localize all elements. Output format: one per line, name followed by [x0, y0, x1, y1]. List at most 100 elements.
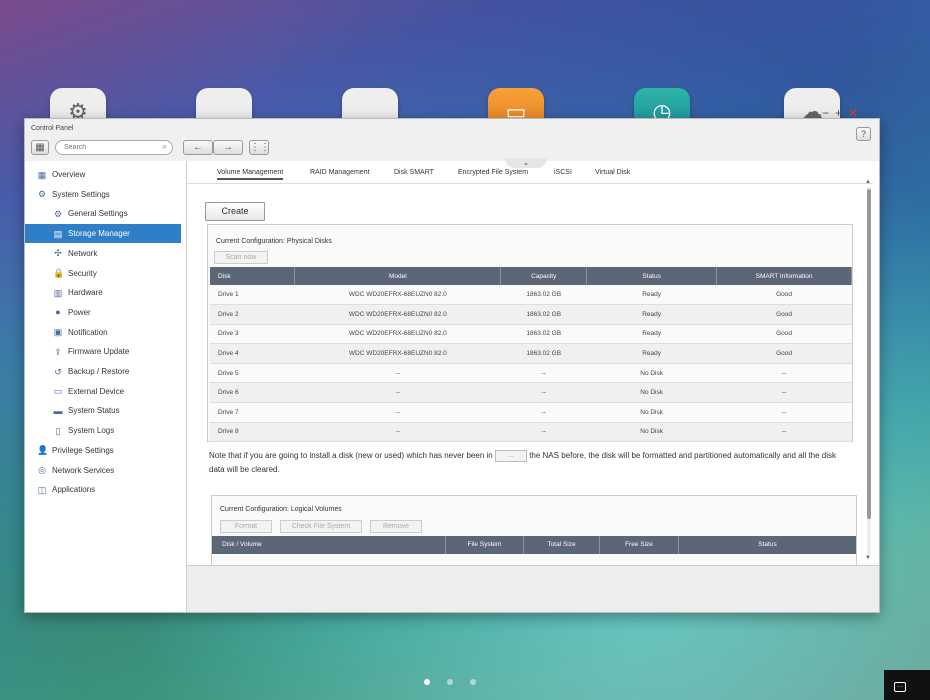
table-cell: -- [716, 363, 852, 384]
sidebar-item-backup-restore[interactable]: ↺ Backup / Restore [25, 362, 181, 381]
chevron-down-icon: ⌄ [522, 158, 530, 167]
sidebar-item-general-settings[interactable]: ⚙ General Settings [25, 204, 181, 223]
table-cell: Ready [586, 343, 717, 364]
arrow-right-icon: → [223, 142, 233, 153]
tab-disk-smart[interactable]: Disk SMART [394, 169, 434, 176]
table-header-row: Disk Model Capacity Status SMART Informa… [210, 267, 852, 285]
column-header-disk-volume[interactable]: Disk / Volume [212, 536, 446, 554]
table-cell: -- [716, 382, 852, 404]
scroll-down-icon[interactable]: ▼ [865, 555, 871, 561]
sidebar-item-system-status[interactable]: ▬ System Status [25, 401, 181, 420]
sidebar-item-notification[interactable]: ▣ Notification [25, 323, 181, 342]
collapse-tabs-button[interactable]: ⌄ [505, 158, 547, 168]
table-row[interactable]: Drive 3 WDC WD20EFRX-68EUZN0 82.0 1863.02 … [210, 324, 852, 345]
table-row[interactable]: Drive 8 -- -- No Disk -- [210, 422, 852, 443]
table-row[interactable]: Drive 2 WDC WD20EFRX-68EUZN0 82.0 1863.02 … [210, 304, 852, 325]
desktop-page-indicator [424, 679, 476, 685]
table-row[interactable]: Drive 5 -- -- No Disk -- [210, 363, 852, 384]
column-header-model[interactable]: Model [294, 267, 502, 285]
column-header-status[interactable]: Status [586, 267, 718, 285]
table-cell: No Disk [586, 363, 717, 384]
sidebar-item-label: Notification [68, 327, 108, 337]
sidebar-item-label: Power [68, 307, 91, 317]
sidebar-item-label: Overview [52, 170, 86, 179]
note-text-start: Note that if you are going to install a … [209, 451, 493, 460]
sidebar-item-security[interactable]: 🔒 Security [25, 264, 181, 283]
sidebar-item-label: Applications [52, 485, 96, 495]
sidebar-item-power[interactable]: ● Power [25, 303, 181, 322]
column-header-smart[interactable]: SMART Information [716, 267, 852, 285]
table-cell: Drive 7 [210, 402, 295, 423]
sidebar-item-network[interactable]: ✣ Network [25, 244, 181, 263]
page-dot[interactable] [470, 679, 476, 685]
sidebar-item-label: Network Services [52, 465, 115, 475]
sidebar-item-overview[interactable]: ▦ Overview [25, 165, 181, 184]
physical-disks-table: Disk Model Capacity Status SMART Informa… [210, 267, 852, 443]
applications-icon: ◫ [37, 484, 47, 495]
sidebar-item-storage-manager[interactable]: ▤ Storage Manager [25, 224, 181, 244]
table-cell: -- [716, 402, 852, 423]
sidebar-item-network-services[interactable]: ◎ Network Services [25, 461, 181, 480]
search-input[interactable] [56, 141, 152, 154]
user-icon: 👤 [37, 445, 49, 456]
table-row[interactable]: Drive 6 -- -- No Disk -- [210, 382, 852, 404]
column-header-free-size[interactable]: Free Size [600, 536, 679, 554]
app-grid-button[interactable]: ⋮⋮ [249, 140, 270, 155]
table-cell: -- [716, 422, 852, 443]
scrollbar-thumb[interactable] [867, 189, 871, 519]
table-cell: Good [716, 304, 852, 325]
note-popup-box[interactable]: ... [494, 449, 527, 462]
sidebar-item-hardware[interactable]: ▥ Hardware [25, 283, 181, 302]
column-header-total-size[interactable]: Total Size [524, 536, 600, 554]
notification-corner[interactable] [884, 670, 930, 700]
tab-encrypted-file-system[interactable]: Encrypted File System [458, 169, 528, 176]
search-box[interactable]: ⌕ [55, 140, 173, 155]
maximize-icon[interactable]: + [835, 106, 842, 120]
back-button[interactable]: ← [183, 140, 213, 155]
tab-virtual-disk[interactable]: Virtual Disk [595, 169, 630, 176]
format-button[interactable]: Format [220, 520, 272, 533]
tab-iscsi[interactable]: iSCSI [554, 169, 572, 176]
help-button[interactable]: ? [856, 127, 871, 141]
window-title: Control Panel [31, 125, 74, 132]
table-row[interactable]: Drive 7 -- -- No Disk -- [210, 402, 852, 423]
check-file-system-button[interactable]: Check File System [280, 520, 362, 533]
remove-button[interactable]: Remove [370, 520, 422, 533]
content-scrollbar[interactable]: ▲ ▼ [865, 179, 873, 563]
table-row[interactable]: Drive 4 WDC WD20EFRX-68EUZN0 82.0 1863.02 … [210, 343, 852, 364]
minimize-icon[interactable]: − [822, 106, 829, 120]
notification-icon: ▣ [53, 327, 63, 338]
column-header-disk[interactable]: Disk [210, 267, 296, 285]
toolbar: ▦ ⌕ ← → ⋮⋮ [25, 137, 879, 161]
tab-volume-management[interactable]: Volume Management [217, 169, 284, 180]
sidebar-item-label: Firmware Update [68, 347, 130, 357]
create-button[interactable]: Create [205, 202, 265, 221]
chat-icon[interactable]: ··· [894, 682, 906, 692]
table-row[interactable]: Drive 1 WDC WD20EFRX-68EUZN0 82.0 1863.02 … [210, 285, 852, 306]
sidebar-item-firmware-update[interactable]: ⇪ Firmware Update [25, 342, 181, 361]
scan-now-button[interactable]: Scan now [214, 251, 268, 264]
column-header-volume-status[interactable]: Status [679, 536, 856, 554]
tab-raid-management[interactable]: RAID Management [310, 169, 370, 176]
sidebar-item-privilege-settings[interactable]: 👤 Privilege Settings [25, 441, 181, 460]
sidebar-item-applications[interactable]: ◫ Applications [25, 480, 181, 499]
forward-button[interactable]: → [213, 140, 243, 155]
close-icon[interactable]: ✕ [848, 106, 858, 120]
sidebar-item-system-logs[interactable]: ▯ System Logs [25, 421, 181, 440]
page-dot[interactable] [424, 679, 430, 685]
globe-icon: ◎ [38, 465, 46, 475]
column-header-capacity[interactable]: Capacity [500, 267, 588, 285]
physical-disks-title: Current Configuration: Physical Disks [216, 238, 332, 245]
sidebar-item-label: Hardware [68, 288, 103, 298]
power-icon: ● [55, 307, 61, 318]
table-cell: Drive 6 [210, 382, 295, 404]
column-header-file-system[interactable]: File System [446, 536, 524, 554]
scroll-up-icon[interactable]: ▲ [865, 179, 871, 185]
table-cell: No Disk [586, 422, 717, 443]
page-dot[interactable] [447, 679, 453, 685]
control-panel-window: Control Panel ▦ ⌕ ← → ⋮⋮ ? ▦ Overview ⚙ Sys… [24, 118, 880, 613]
sidebar-item-system-settings[interactable]: ⚙ System Settings [25, 185, 181, 204]
table-cell: Ready [586, 324, 717, 345]
grid-view-button[interactable]: ▦ [31, 140, 49, 155]
sidebar-item-external-device[interactable]: ▭ External Device [25, 382, 181, 401]
